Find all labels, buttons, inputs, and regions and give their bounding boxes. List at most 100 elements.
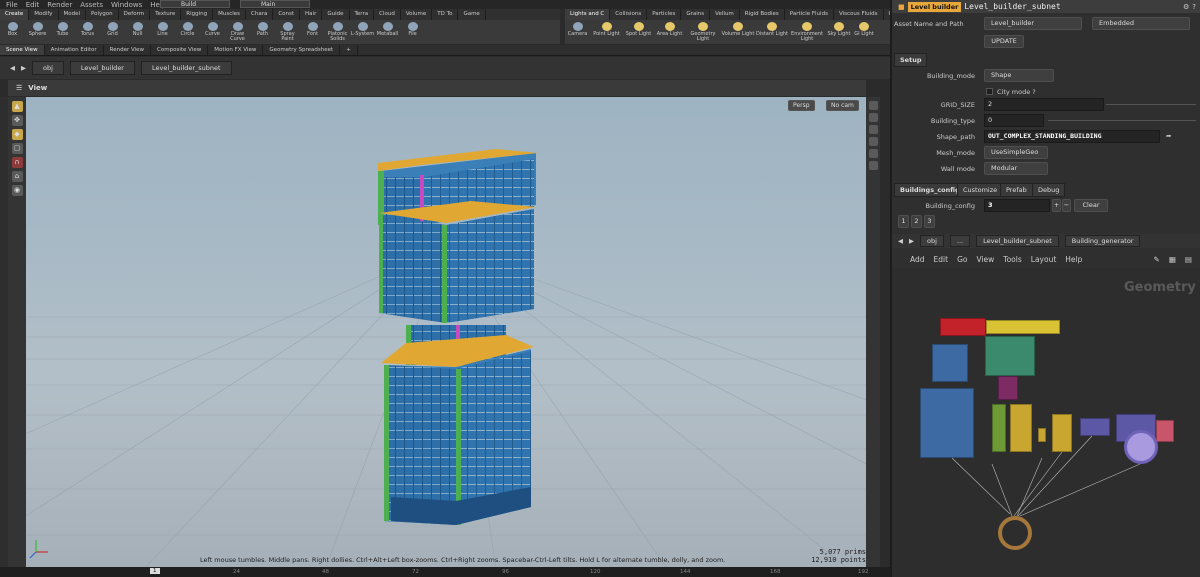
- select-tool-icon[interactable]: ▲: [11, 101, 23, 112]
- multiparm-tab-3[interactable]: 3: [924, 215, 935, 228]
- net-menu-view[interactable]: View: [976, 255, 994, 264]
- multiparm-tab-1[interactable]: 1: [898, 215, 909, 228]
- wrench-icon[interactable]: ✎: [1154, 255, 1160, 264]
- tab-render-view[interactable]: Render View: [104, 45, 152, 55]
- net-path-generator[interactable]: Building_generator: [1064, 235, 1141, 247]
- shelf-tab[interactable]: Grains: [681, 9, 711, 20]
- tab-prefab[interactable]: Prefab: [1000, 183, 1033, 197]
- shelf-tab[interactable]: Cloud: [374, 9, 401, 20]
- tab-motion-fx-view[interactable]: Motion FX View: [208, 45, 264, 55]
- shelf-tab[interactable]: Viscous Fluids: [834, 9, 884, 20]
- shelf-tab[interactable]: Hair: [300, 9, 323, 20]
- tool-volume-light[interactable]: Volume Light: [721, 20, 755, 44]
- remove-config-button[interactable]: −: [1062, 199, 1071, 212]
- building-type-field[interactable]: 0: [984, 114, 1044, 127]
- tool-circle[interactable]: Circle: [175, 20, 200, 44]
- camera-tool-icon[interactable]: ◉: [11, 185, 23, 196]
- shelf-tab[interactable]: Volume: [401, 9, 433, 20]
- scene-viewport[interactable]: [26, 97, 866, 567]
- current-frame[interactable]: 1: [150, 568, 160, 574]
- tool-gi-light[interactable]: GI Light: [853, 20, 875, 44]
- shelf-tab[interactable]: Collisions: [610, 9, 648, 20]
- tool-spot-light[interactable]: Spot Light: [623, 20, 654, 44]
- menu-edit[interactable]: Edit: [26, 1, 40, 9]
- menu-windows[interactable]: Windows: [111, 1, 142, 9]
- network-forward-icon[interactable]: ▶: [909, 237, 914, 245]
- menu-file[interactable]: File: [6, 1, 18, 9]
- shelf-tab[interactable]: Lights and C: [565, 9, 611, 20]
- tab-geometry-spreadsheet[interactable]: Geometry Spreadsheet: [263, 45, 341, 55]
- shelf-tab[interactable]: Terra: [350, 9, 375, 20]
- node-chooser-icon[interactable]: ➦: [1166, 132, 1171, 140]
- lighting-icon[interactable]: [868, 137, 878, 146]
- wall-mode-select[interactable]: Modular: [984, 162, 1048, 175]
- no-cam-menu[interactable]: No cam: [826, 100, 859, 111]
- list-view-icon[interactable]: ▤: [1185, 255, 1200, 264]
- shelf-tab[interactable]: Particles: [647, 9, 682, 20]
- tool-environment-light[interactable]: Environment Light: [789, 20, 825, 44]
- gear-icon[interactable]: ⚙: [1183, 3, 1189, 11]
- tool-sky-light[interactable]: Sky Light: [825, 20, 853, 44]
- handle-tool-icon[interactable]: ◆: [11, 129, 23, 140]
- tab-debug[interactable]: Debug: [1032, 183, 1066, 197]
- net-path-ellipsis[interactable]: ...: [949, 235, 971, 247]
- building-config-field[interactable]: 3: [984, 199, 1050, 212]
- shelf-tab[interactable]: Texture: [150, 9, 182, 20]
- net-path-subnet[interactable]: Level_builder_subnet: [976, 235, 1059, 247]
- snapping-icon[interactable]: [868, 161, 878, 170]
- grid-view-icon[interactable]: ▦: [1169, 255, 1176, 264]
- grid-size-field[interactable]: 2: [984, 98, 1104, 111]
- tool-sphere[interactable]: Sphere: [25, 20, 50, 44]
- net-menu-tools[interactable]: Tools: [1003, 255, 1021, 264]
- forward-icon[interactable]: ▶: [21, 64, 26, 72]
- shelf-tab[interactable]: Muscles: [213, 9, 246, 20]
- tool-draw-curve[interactable]: Draw Curve: [225, 20, 250, 44]
- pose-icon[interactable]: ⌂: [11, 171, 23, 182]
- tab-buildings-config[interactable]: Buildings_config: [894, 183, 966, 197]
- shelf-tab[interactable]: Model: [59, 9, 87, 20]
- shelf-tab[interactable]: Rigid Bodies: [740, 9, 785, 20]
- shelf-tab[interactable]: Const: [273, 9, 301, 20]
- display-options-icon[interactable]: [868, 101, 878, 110]
- tool-point-light[interactable]: Point Light: [590, 20, 623, 44]
- grid-size-slider[interactable]: [1106, 104, 1196, 105]
- tool-line[interactable]: Line: [150, 20, 175, 44]
- background-icon[interactable]: [868, 149, 878, 158]
- net-menu-add[interactable]: Add: [910, 255, 925, 264]
- tab-setup[interactable]: Setup: [894, 53, 928, 67]
- add-config-button[interactable]: +: [1052, 199, 1061, 212]
- net-menu-help[interactable]: Help: [1065, 255, 1082, 264]
- magnet-icon[interactable]: ∩: [11, 157, 23, 168]
- help-icon[interactable]: ?: [1192, 3, 1200, 11]
- shelf-tab[interactable]: Vellum: [710, 9, 740, 20]
- shading-icon[interactable]: [868, 113, 878, 122]
- asset-embedded-field[interactable]: Embedded: [1092, 17, 1190, 30]
- network-back-icon[interactable]: ◀: [898, 237, 903, 245]
- tool-camera[interactable]: Camera: [565, 20, 590, 44]
- shelf-tab[interactable]: Create: [0, 9, 30, 20]
- node-name[interactable]: Level_builder_subnet: [964, 2, 1060, 11]
- tab-animation-editor[interactable]: Animation Editor: [45, 45, 104, 55]
- path-root[interactable]: obj: [32, 61, 64, 75]
- shelf-tab[interactable]: Particle Fluids: [785, 9, 834, 20]
- tool-file[interactable]: File: [400, 20, 425, 44]
- menu-render[interactable]: Render: [47, 1, 72, 9]
- timeline[interactable]: 1 24 48 72 96 120 144 168 192: [0, 567, 890, 577]
- tool-path[interactable]: Path: [250, 20, 275, 44]
- shelf-tab[interactable]: Polygon: [86, 9, 119, 20]
- shape-path-field[interactable]: OUT_COMPLEX_STANDING_BUILDING: [984, 130, 1160, 143]
- back-icon[interactable]: ◀: [10, 64, 15, 72]
- net-menu-edit[interactable]: Edit: [934, 255, 949, 264]
- menu-assets[interactable]: Assets: [80, 1, 103, 9]
- update-button[interactable]: UPDATE: [984, 35, 1024, 48]
- wireframe-icon[interactable]: [868, 125, 878, 134]
- tool-geometry-light[interactable]: Geometry Light: [685, 20, 721, 44]
- desktop-selector-main[interactable]: Main: [240, 0, 310, 8]
- tool-torus[interactable]: Torus: [75, 20, 100, 44]
- tool-font[interactable]: Font: [300, 20, 325, 44]
- shelf-tab[interactable]: TD To: [432, 9, 459, 20]
- path-level1[interactable]: Level_builder: [69, 61, 135, 75]
- shelf-tab[interactable]: Modify: [29, 9, 59, 20]
- clear-button[interactable]: Clear: [1074, 199, 1108, 212]
- tool-platonic[interactable]: Platonic Solids: [325, 20, 350, 44]
